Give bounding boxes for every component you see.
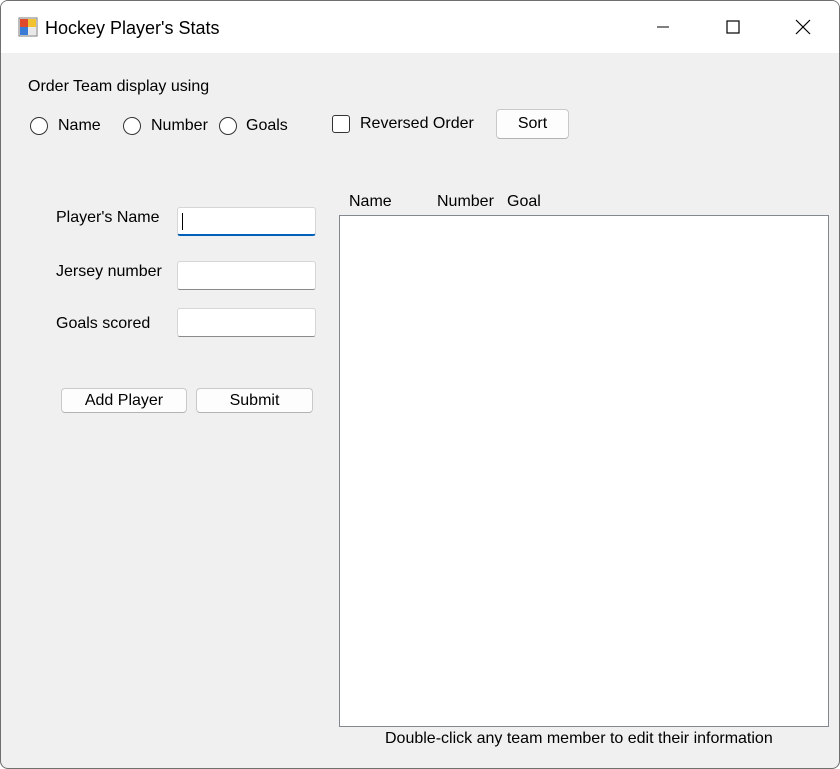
players-name-label: Player's Name — [56, 209, 160, 226]
edit-hint-label: Double-click any team member to edit the… — [385, 730, 773, 747]
maximize-icon — [726, 20, 740, 34]
radio-goals[interactable] — [219, 117, 237, 135]
add-player-button[interactable]: Add Player — [61, 388, 187, 413]
submit-button[interactable]: Submit — [196, 388, 313, 413]
radio-name[interactable] — [30, 117, 48, 135]
column-header-number: Number — [437, 193, 494, 210]
radio-name-label[interactable]: Name — [58, 117, 101, 135]
window-title: Hockey Player's Stats — [45, 18, 220, 38]
sort-button[interactable]: Sort — [496, 109, 569, 139]
radio-number-label[interactable]: Number — [151, 117, 208, 135]
close-icon — [795, 19, 811, 35]
jersey-number-input[interactable] — [177, 261, 316, 290]
close-button[interactable] — [768, 1, 838, 53]
minimize-icon — [657, 26, 669, 28]
reversed-order-checkbox[interactable] — [332, 115, 350, 133]
maximize-button[interactable] — [698, 1, 768, 53]
players-name-input[interactable] — [177, 207, 316, 236]
radio-goals-label[interactable]: Goals — [246, 117, 288, 135]
goals-scored-label: Goals scored — [56, 315, 151, 332]
radio-number[interactable] — [123, 117, 141, 135]
column-header-name: Name — [349, 193, 392, 210]
team-listbox[interactable] — [339, 215, 829, 727]
title-bar[interactable]: Hockey Player's Stats — [1, 1, 839, 53]
main-window: Hockey Player's Stats Order Team display… — [0, 0, 840, 769]
order-team-label: Order Team display using — [28, 78, 210, 95]
app-form-icon — [18, 17, 38, 37]
jersey-number-label: Jersey number — [56, 263, 162, 280]
goals-scored-input[interactable] — [177, 308, 316, 337]
column-header-goal: Goal — [507, 193, 541, 210]
reversed-order-label[interactable]: Reversed Order — [360, 115, 474, 133]
minimize-button[interactable] — [628, 1, 698, 53]
text-caret — [182, 213, 183, 230]
